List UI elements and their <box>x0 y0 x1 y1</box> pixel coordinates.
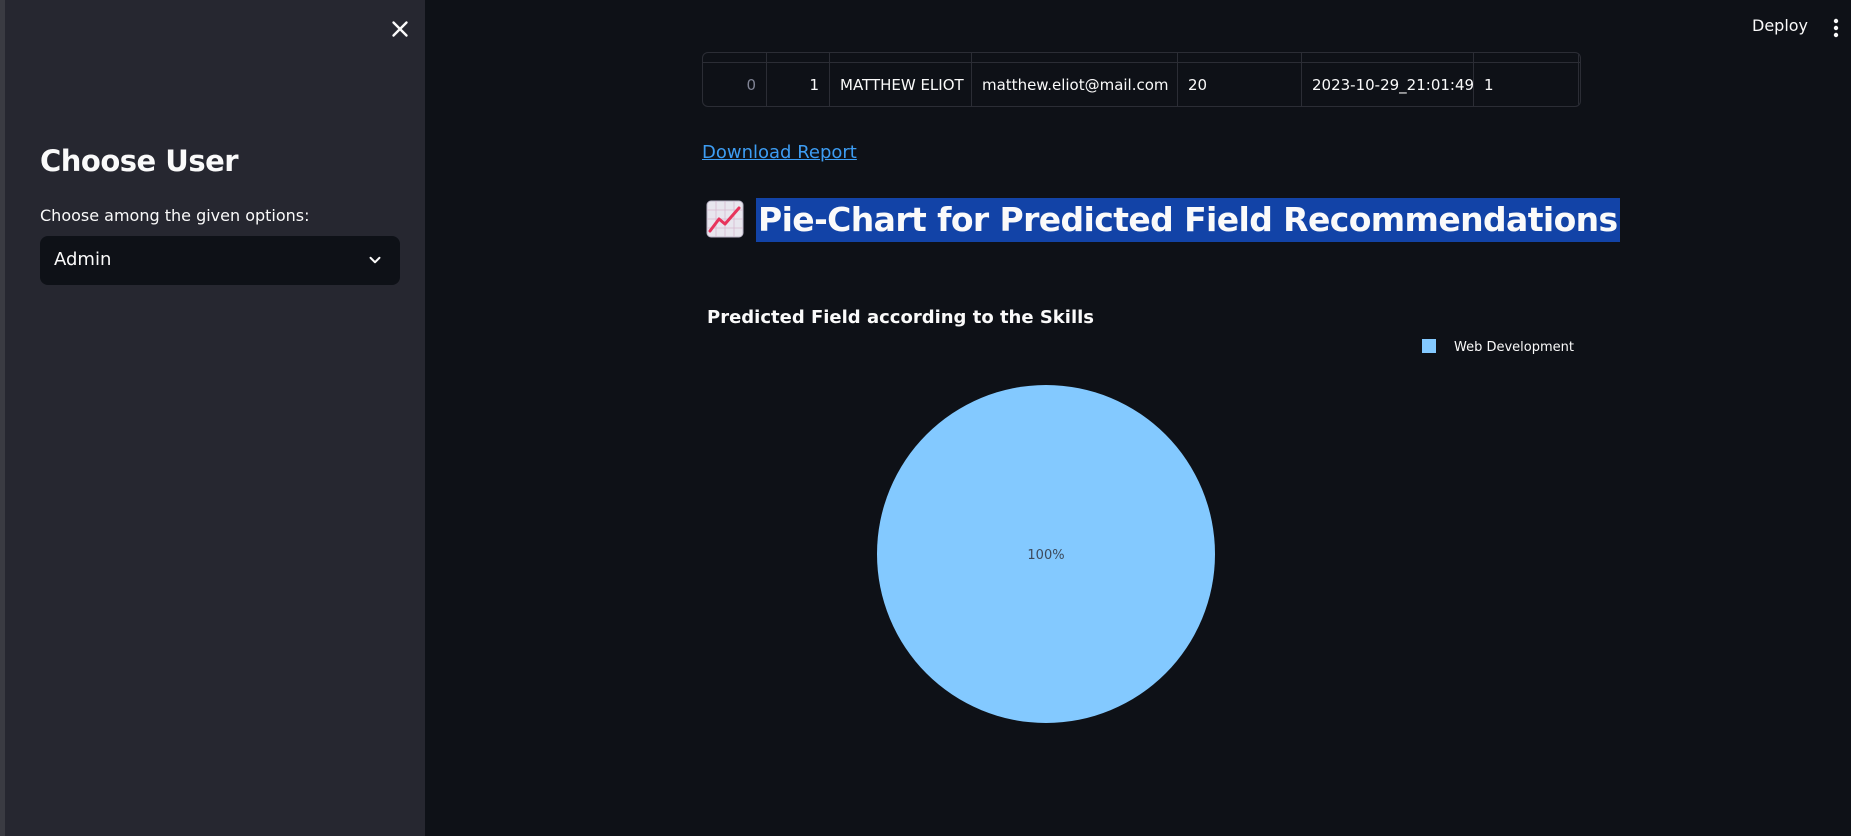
legend-label[interactable]: Web Development <box>1454 340 1574 355</box>
table-cell: 20 <box>1178 63 1302 106</box>
table-cell-index: 0 <box>703 63 767 106</box>
sidebar: Choose User Choose among the given optio… <box>0 0 425 836</box>
chart-increasing-icon <box>706 200 744 238</box>
user-select[interactable]: Admin <box>40 236 400 285</box>
pie-chart: Predicted Field according to the Skills … <box>707 307 1574 723</box>
more-options-icon[interactable] <box>1828 16 1844 40</box>
dataframe-header <box>703 53 1580 63</box>
deploy-button[interactable]: Deploy <box>1752 16 1808 35</box>
select-label: Choose among the given options: <box>40 206 310 225</box>
download-report-link[interactable]: Download Report <box>702 142 857 163</box>
table-cell: MATTHEW ELIOT <box>830 63 972 106</box>
table-cell: matthew.eliot@mail.com <box>972 63 1178 106</box>
pie-group: 100% <box>877 385 1215 723</box>
sidebar-title: Choose User <box>40 144 239 178</box>
table-row[interactable]: 0 1 MATTHEW ELIOT matthew.eliot@mail.com… <box>703 63 1580 106</box>
chevron-down-icon <box>369 256 381 264</box>
section-title: Pie-Chart for Predicted Field Recommenda… <box>756 198 1620 242</box>
select-value: Admin <box>54 249 112 270</box>
dataframe[interactable]: 0 1 MATTHEW ELIOT matthew.eliot@mail.com… <box>702 52 1581 107</box>
chart-title: Predicted Field according to the Skills <box>707 307 1094 328</box>
table-cell: W <box>1579 63 1580 106</box>
table-cell: 1 <box>1474 63 1579 106</box>
legend-swatch[interactable] <box>1422 339 1436 353</box>
table-cell: 2023-10-29_21:01:49 <box>1302 63 1474 106</box>
table-cell: 1 <box>767 63 830 106</box>
chart-legend: Web Development <box>1422 339 1574 355</box>
close-icon <box>392 21 408 37</box>
close-sidebar-button[interactable] <box>387 16 413 42</box>
pie-slice-label: 100% <box>1027 548 1064 563</box>
